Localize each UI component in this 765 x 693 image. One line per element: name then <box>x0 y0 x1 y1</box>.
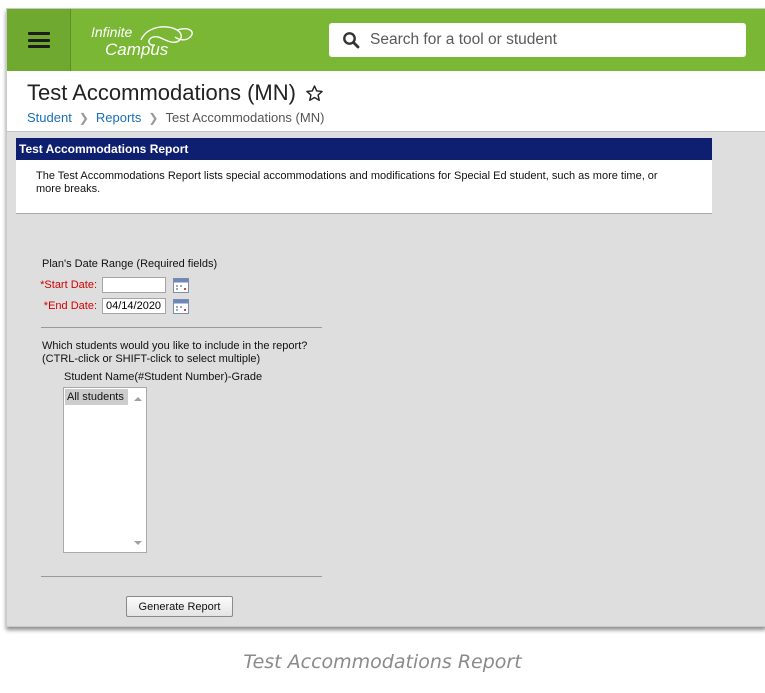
page-header: Test Accommodations (MN) Student ❯ Repor… <box>7 71 765 132</box>
favorite-star-icon[interactable] <box>305 84 324 103</box>
student-select-list[interactable]: All students <box>63 387 147 553</box>
infinite-campus-logo-icon: Infinite Campus <box>91 24 193 59</box>
divider <box>41 327 322 328</box>
start-date-label: *Start Date: <box>40 279 97 291</box>
infinite-campus-logo[interactable]: Infinite Campus <box>89 20 209 62</box>
students-question: Which students would you like to include… <box>42 340 307 366</box>
logo-text-line2: Campus <box>105 40 169 59</box>
calendar-icon[interactable] <box>173 298 189 314</box>
students-question-line1: Which students would you like to include… <box>42 340 308 352</box>
list-option-all-students[interactable]: All students <box>65 389 128 405</box>
start-date-input[interactable] <box>102 277 166 293</box>
calendar-icon[interactable] <box>173 277 189 293</box>
breadcrumb-current: Test Accommodations (MN) <box>165 110 325 125</box>
generate-report-button[interactable]: Generate Report <box>126 596 233 617</box>
students-question-line2: (CTRL-click or SHIFT-click to select mul… <box>42 353 261 365</box>
page-title: Test Accommodations (MN) <box>27 80 324 106</box>
report-form: Plan's Date Range (Required fields) *Sta… <box>7 214 765 626</box>
page-title-text: Test Accommodations (MN) <box>27 80 296 105</box>
student-list-label: Student Name(#Student Number)-Grade <box>64 371 263 383</box>
hamburger-menu-icon <box>27 32 50 48</box>
search-bar[interactable] <box>329 23 746 57</box>
search-icon <box>343 32 360 49</box>
date-range-label: Plan's Date Range (Required fields) <box>42 258 218 270</box>
logo-text-line1: Infinite <box>91 24 132 40</box>
end-date-row: *End Date: <box>33 298 189 314</box>
report-header-bar: Test Accommodations Report <box>16 138 712 160</box>
breadcrumb-reports-link[interactable]: Reports <box>96 110 142 125</box>
report-description: The Test Accommodations Report lists spe… <box>16 160 712 214</box>
breadcrumb: Student ❯ Reports ❯ Test Accommodations … <box>27 110 324 125</box>
divider <box>41 576 322 577</box>
start-date-row: *Start Date: <box>33 277 189 293</box>
breadcrumb-student-link[interactable]: Student <box>27 110 72 125</box>
end-date-input[interactable] <box>102 298 166 314</box>
app-window: Infinite Campus Test Accommodations (MN)… <box>6 8 765 627</box>
end-date-label: *End Date: <box>43 300 97 312</box>
search-input[interactable] <box>368 30 746 50</box>
image-caption: Test Accommodations Report <box>243 651 522 673</box>
chevron-right-icon: ❯ <box>148 110 159 125</box>
main-menu-button[interactable] <box>7 9 71 71</box>
chevron-right-icon: ❯ <box>78 110 89 125</box>
top-navigation-bar: Infinite Campus <box>7 9 765 71</box>
scroll-down-arrow-icon[interactable] <box>134 541 142 545</box>
scroll-up-arrow-icon[interactable] <box>134 397 142 401</box>
